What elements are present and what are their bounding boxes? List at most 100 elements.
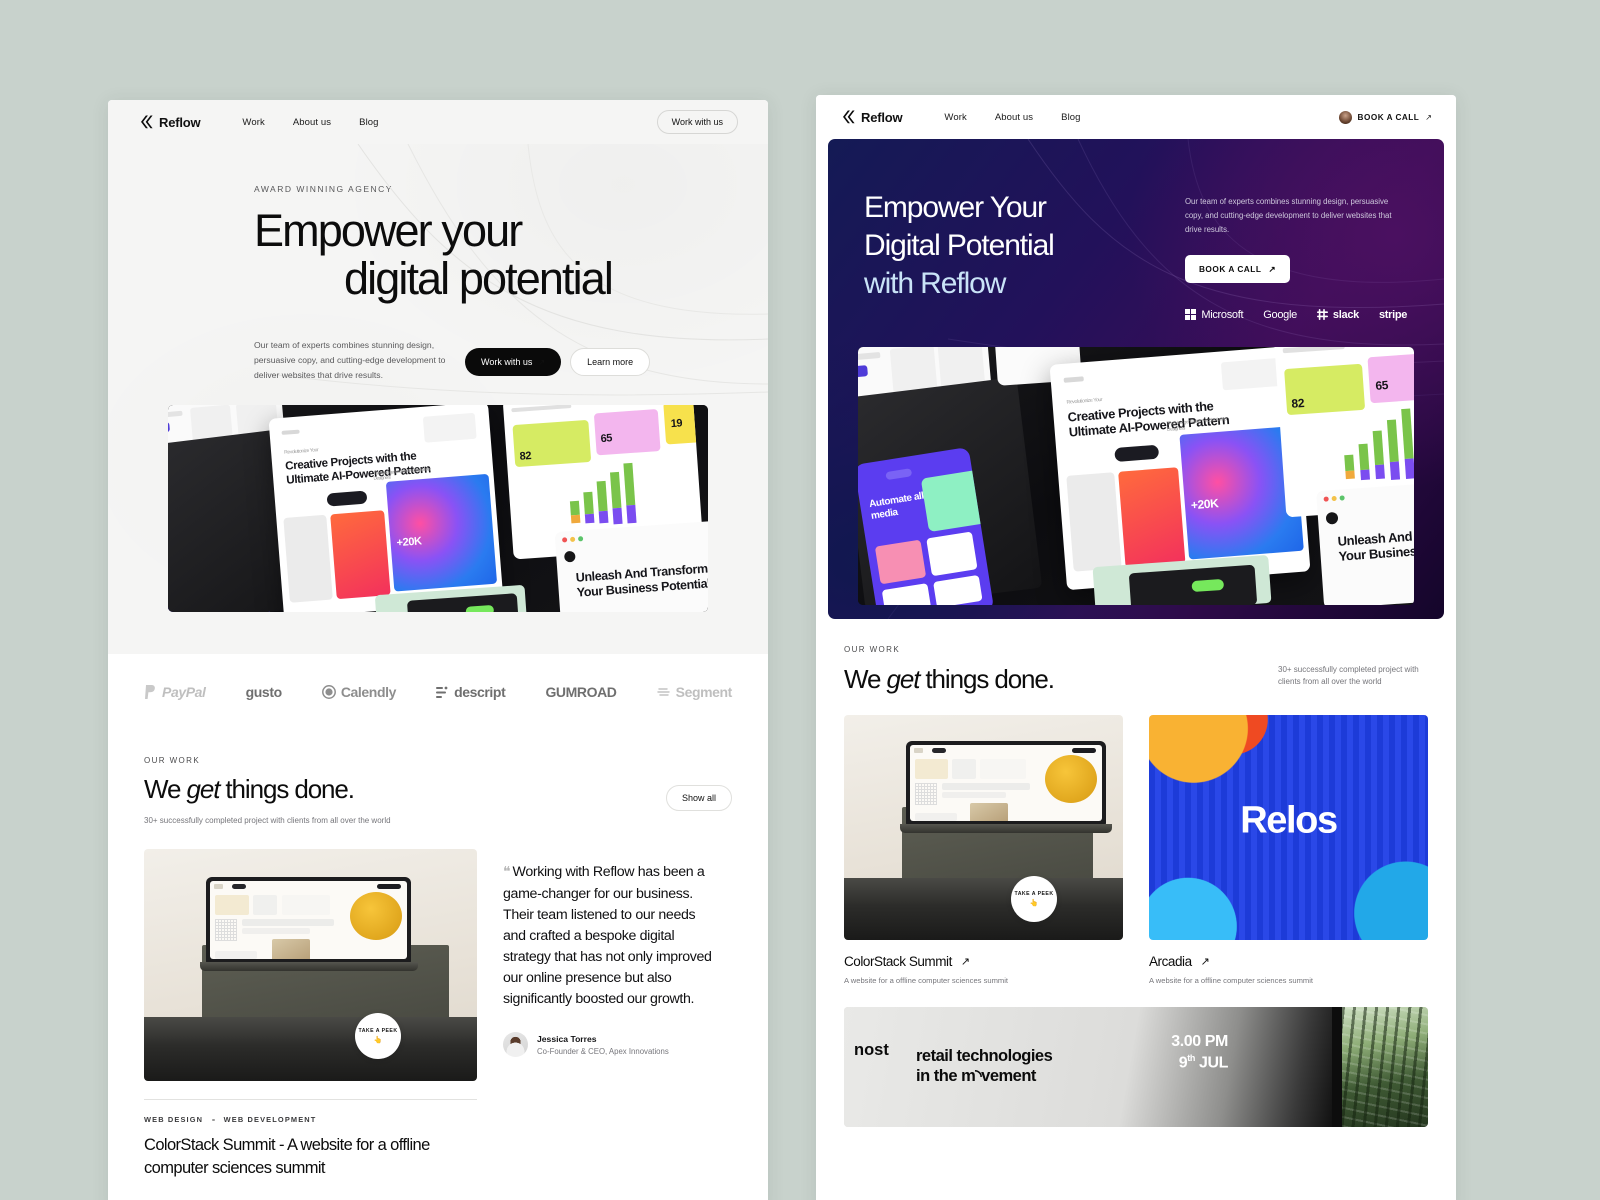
mockup-stat-1: 82 — [519, 449, 532, 463]
book-a-call-button-label: BOOK A CALL — [1198, 263, 1262, 274]
arrow-ne-icon: ↗ — [1200, 955, 1210, 968]
left-hero-title-line2: digital potential — [344, 252, 614, 304]
work-card-colorstack[interactable]: TAKE A PEEK 👆 ColorStack Summit ↗ A webs… — [844, 714, 1123, 985]
work-card-arcadia[interactable]: Relos Arcadia ↗ A website for a offline … — [1149, 714, 1428, 985]
brand-microsoft: Microsoft — [1184, 308, 1244, 321]
right-hero-content: Empower Your Digital Potential with Refl… — [828, 139, 1444, 321]
mockup-devices: Automate all Bank media Revolutionize Yo… — [168, 404, 708, 612]
banner-trees-photo — [1342, 1006, 1428, 1127]
logo-segment: Segment — [656, 684, 732, 700]
arrow-ne-icon: ↗ — [1268, 263, 1276, 274]
testimonial-author: Jessica Torres Co-Founder & CEO, Apex In… — [503, 1032, 718, 1058]
left-work-title-italic: get — [186, 774, 220, 804]
learn-more-button[interactable]: Learn more — [570, 348, 651, 377]
mockup-browser-title: Unleash And Transform Your Business Pote… — [575, 561, 708, 600]
mockup-main-badge: +20K — [396, 535, 423, 549]
nav-link-about[interactable]: About us — [293, 117, 331, 128]
left-work-content: TAKE A PEEK 👆 WEB DESIGN WEB DEVELOPMENT… — [108, 849, 768, 1180]
right-brand-name: Reflow — [861, 109, 903, 125]
mockup-card-main: Revolutionize Your Creative Projects wit… — [1049, 347, 1311, 591]
logo-descript: descript — [436, 684, 506, 700]
left-navbar: Reflow Work About us Blog Work with us — [108, 100, 768, 144]
calendly-icon — [321, 685, 336, 699]
brand-stripe: stripe — [1379, 309, 1407, 321]
mockup-card-main: Revolutionize Your Creative Projects wit… — [268, 404, 504, 612]
logo-gusto-label: gusto — [245, 684, 283, 700]
tag-web-development: WEB DEVELOPMENT — [223, 1115, 317, 1125]
right-work-title-italic: get — [886, 663, 920, 694]
author-name: Jessica Torres — [537, 1033, 597, 1044]
left-work-title: We get things done. — [144, 774, 391, 805]
banner-date-suffix: th — [1187, 1053, 1195, 1064]
nav-link-about[interactable]: About us — [995, 112, 1033, 123]
author-avatar — [503, 1032, 528, 1058]
descript-icon — [436, 686, 448, 698]
brand-stripe-label: stripe — [1378, 308, 1408, 321]
rocky-ground — [844, 877, 1123, 940]
avatar — [1338, 110, 1352, 124]
book-a-call-label: BOOK A CALL — [1357, 112, 1420, 122]
banner-time-block: 3.00 PM 9th JUL — [1171, 1031, 1228, 1075]
colorstack-screenshot[interactable]: TAKE A PEEK 👆 — [144, 849, 477, 1082]
nav-link-blog[interactable]: Blog — [1061, 112, 1080, 123]
left-nav-cta-button[interactable]: Work with us — [656, 110, 738, 134]
mockup-stat-1: 82 — [1291, 395, 1305, 411]
logo-calendly-label: Calendly — [340, 684, 397, 700]
cursor-icon: 👆 — [373, 1037, 383, 1045]
right-hero-mockup-image[interactable]: Automate all Bank media Revolutionize Yo… — [858, 347, 1414, 605]
mockup-card-browser: Unleash And Transform Your Business Pote… — [1316, 479, 1414, 605]
left-hero-title: Empower your digital potential — [254, 207, 738, 302]
book-a-call-button[interactable]: BOOK A CALL ↗ — [1184, 254, 1290, 283]
mockup-browser-title: Unleash And Transform Your Business Pote… — [1337, 524, 1414, 565]
right-nav-cta[interactable]: BOOK A CALL ↗ — [1338, 110, 1432, 124]
mockup-main-badge: +20K — [1190, 496, 1219, 513]
right-hero-section: Empower Your Digital Potential with Refl… — [828, 139, 1444, 619]
arcadia-artwork[interactable]: Relos — [1149, 714, 1428, 940]
left-work-subtitle: 30+ successfully completed project with … — [144, 816, 391, 825]
work-with-us-button[interactable]: Work with us ↗ — [465, 348, 562, 377]
laptop-base — [900, 823, 1112, 833]
left-hero-mockup-image[interactable]: Automate all Bank media Revolutionize Yo… — [168, 404, 708, 612]
left-nav-links: Work About us Blog — [242, 117, 378, 128]
work-card-tags: WEB DESIGN WEB DEVELOPMENT — [144, 1115, 477, 1124]
brand-slack-label: slack — [1332, 308, 1359, 321]
work-card-name-row: ColorStack Summit ↗ — [844, 954, 1123, 969]
right-work-grid: TAKE A PEEK 👆 ColorStack Summit ↗ A webs… — [816, 714, 1456, 985]
right-navbar: Reflow Work About us Blog BOOK A CALL ↗ — [816, 95, 1456, 139]
right-work-section: OUR WORK We get things done. 30+ success… — [816, 619, 1456, 695]
banner-headline-line1: retail technologies — [916, 1046, 1053, 1065]
quote-mark-icon: ❝ — [503, 863, 510, 880]
author-role: Co-Founder & CEO, Apex Innovations — [537, 1046, 669, 1056]
laptop-base — [200, 962, 418, 972]
logo-paypal: PayPal — [144, 684, 206, 700]
work-card-title: ColorStack Summit - A website for a offl… — [144, 1136, 430, 1178]
show-all-button[interactable]: Show all — [665, 785, 732, 812]
left-brand[interactable]: Reflow — [138, 115, 201, 130]
nav-link-work[interactable]: Work — [944, 112, 966, 123]
right-hero-brand-row: Microsoft Google slack stripe — [1184, 308, 1408, 321]
left-design-panel: Reflow Work About us Blog Work with us A… — [108, 100, 768, 1200]
work-card-name-row: Arcadia ↗ — [1149, 954, 1428, 969]
brand-google: Google — [1263, 309, 1297, 321]
right-nav-links: Work About us Blog — [944, 112, 1080, 123]
banner-date-month: JUL — [1198, 1054, 1228, 1072]
logo-descript-label: descript — [454, 684, 506, 700]
segment-icon — [656, 688, 670, 696]
mockup-main-sub: Revolutionize Your — [283, 446, 319, 456]
left-hero-buttons: Work with us ↗ Learn more — [465, 348, 651, 377]
left-work-head-row: We get things done. 30+ successfully com… — [144, 765, 732, 827]
slack-icon — [1316, 309, 1328, 321]
right-work-eyebrow: OUR WORK — [844, 645, 901, 654]
laptop-shell — [206, 877, 411, 964]
right-brand[interactable]: Reflow — [840, 109, 903, 125]
right-work-subtitle: 30+ successfully completed project with … — [1278, 665, 1419, 687]
work-card-divider — [144, 1099, 477, 1101]
take-a-peek-badge[interactable]: TAKE A PEEK 👆 — [1011, 875, 1057, 922]
colorstack-screenshot[interactable]: TAKE A PEEK 👆 — [844, 714, 1123, 940]
nav-link-blog[interactable]: Blog — [359, 117, 378, 128]
nav-link-work[interactable]: Work — [242, 117, 264, 128]
left-work-card[interactable]: TAKE A PEEK 👆 WEB DESIGN WEB DEVELOPMENT… — [144, 849, 477, 1180]
left-client-logos: PayPal gusto Calendly descript GUMROAD S… — [108, 654, 768, 728]
bottom-banner-image[interactable]: nost retail technologies in the m◝vement… — [844, 1006, 1428, 1127]
brand-microsoft-label: Microsoft — [1201, 308, 1244, 321]
